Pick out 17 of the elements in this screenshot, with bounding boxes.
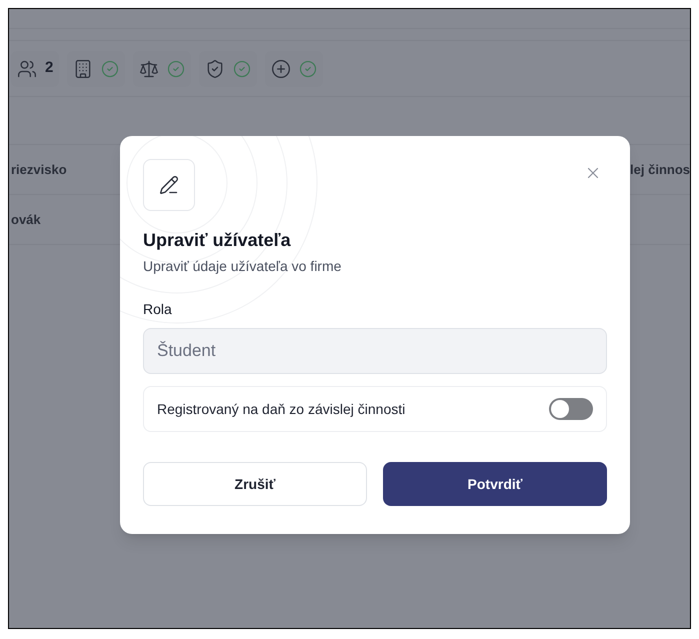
toggle-label: Registrovaný na daň zo závislej činnosti [157, 400, 406, 419]
cancel-button[interactable]: Zrušiť [143, 462, 367, 506]
building-icon [73, 58, 94, 78]
user-count: 2 [45, 58, 54, 78]
people-icon [17, 58, 37, 78]
dialog-subtitle: Upraviť údaje užívateľa vo firme [143, 257, 342, 276]
column-header: riezvisko [11, 160, 67, 179]
plus-circle-icon [271, 58, 292, 78]
shield-icon [205, 58, 226, 78]
toggle-switch[interactable] [549, 398, 593, 420]
column-header: lej činnos [630, 160, 690, 179]
table-cell-text: ovák [11, 210, 41, 229]
pencil-icon [159, 175, 179, 195]
confirm-button[interactable]: Potvrdiť [383, 462, 607, 506]
dialog-title: Upraviť užívateľa [143, 229, 292, 252]
scales-icon [139, 58, 160, 78]
field-label: Rola [143, 300, 172, 319]
